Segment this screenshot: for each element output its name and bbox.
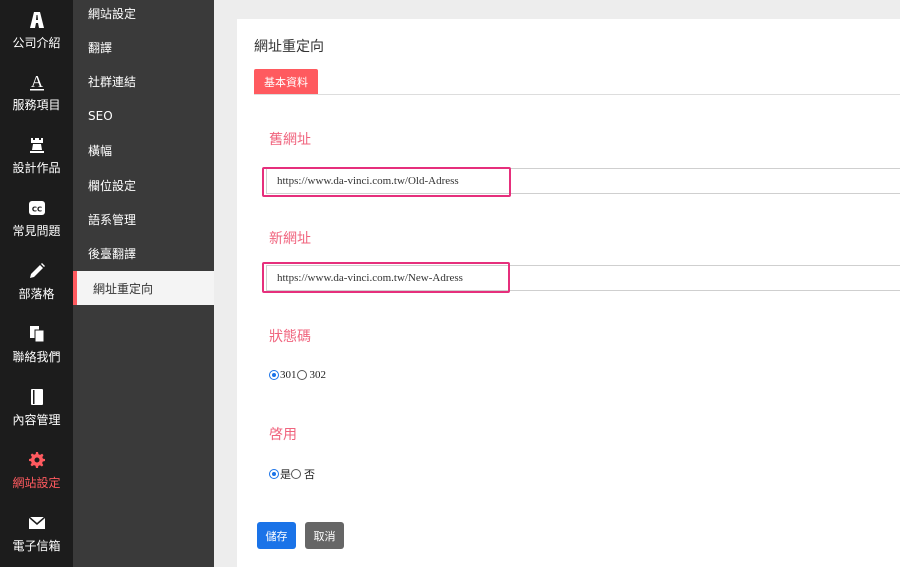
contact-icon <box>27 324 47 344</box>
status-302-label: 302 <box>309 369 327 381</box>
rail-label: 服務項目 <box>12 97 61 112</box>
enabled-label: 啓用 <box>269 427 297 443</box>
cancel-button[interactable]: 取消 <box>305 522 344 549</box>
status-code-options: 301 302 <box>269 369 326 381</box>
rail-item-portfolio[interactable]: 設計作品 <box>0 123 73 186</box>
new-url-label: 新網址 <box>269 231 311 247</box>
enabled-options: 是 否 <box>269 466 315 482</box>
rail-item-blog[interactable]: 部落格 <box>0 249 73 312</box>
faq-icon: CC <box>27 198 47 218</box>
submenu-item-url-redirect[interactable]: 網址重定向 <box>73 271 214 305</box>
submenu-item-banner[interactable]: 橫幅 <box>73 133 214 167</box>
rail-label: 內容管理 <box>12 412 61 427</box>
rail-item-company[interactable]: 公司介紹 <box>0 0 73 60</box>
submenu-item-language[interactable]: 語系管理 <box>73 202 214 236</box>
save-button[interactable]: 儲存 <box>257 522 296 549</box>
status-301-label: 301 <box>280 369 297 381</box>
submenu-item-seo[interactable]: SEO <box>73 99 214 133</box>
service-icon: A <box>27 72 47 92</box>
submenu-item-field-settings[interactable]: 欄位設定 <box>73 168 214 202</box>
enabled-yes-radio[interactable] <box>269 469 279 479</box>
rail-label: 常見問題 <box>12 223 61 238</box>
rail-item-service[interactable]: A 服務項目 <box>0 60 73 123</box>
old-url-label: 舊網址 <box>269 132 311 148</box>
status-code-label: 狀態碼 <box>269 329 311 345</box>
company-icon <box>27 10 47 30</box>
tab-basic-info[interactable]: 基本資料 <box>254 69 318 94</box>
submenu-item-social-links[interactable]: 社群連結 <box>73 64 214 98</box>
rail-label: 聯絡我們 <box>12 349 61 364</box>
rail-label: 公司介紹 <box>12 36 61 50</box>
portfolio-icon <box>27 135 47 155</box>
submenu-item-backend-translation[interactable]: 後臺翻譯 <box>73 236 214 270</box>
blog-pencil-icon <box>27 261 47 281</box>
rail-label: 電子信箱 <box>12 538 61 553</box>
status-301-radio[interactable] <box>269 370 279 380</box>
rail-item-content[interactable]: 內容管理 <box>0 375 73 438</box>
gear-icon <box>27 450 47 470</box>
settings-submenu: 網站設定 翻譯 社群連結 SEO 橫幅 欄位設定 語系管理 後臺翻譯 網址重定向 <box>73 0 214 567</box>
rail-label: 網站設定 <box>12 475 61 490</box>
submenu-item-site-settings[interactable]: 網站設定 <box>73 0 214 30</box>
redirect-form-panel: 網址重定向 基本資料 舊網址 https://www.da-vinci.com.… <box>237 19 900 567</box>
page-title: 網址重定向 <box>254 39 324 55</box>
new-url-input[interactable]: https://www.da-vinci.com.tw/New-Adress <box>266 265 900 291</box>
old-url-input[interactable]: https://www.da-vinci.com.tw/Old-Adress <box>266 168 900 194</box>
submenu-item-translation[interactable]: 翻譯 <box>73 30 214 64</box>
enabled-yes-label: 是 <box>280 469 291 481</box>
rail-label: 設計作品 <box>12 160 61 175</box>
rail-item-site-settings[interactable]: 網站設定 <box>0 438 73 501</box>
envelope-icon <box>27 513 47 533</box>
content-book-icon <box>27 387 47 407</box>
rail-item-faq[interactable]: CC 常見問題 <box>0 186 73 249</box>
rail-label: 部落格 <box>18 286 55 301</box>
enabled-no-radio[interactable] <box>291 469 301 479</box>
status-302-radio[interactable] <box>296 370 307 380</box>
rail-item-email[interactable]: 電子信箱 <box>0 501 73 564</box>
enabled-no-label: 否 <box>304 469 315 481</box>
svg-text:A: A <box>30 73 43 91</box>
rail-item-contact[interactable]: 聯絡我們 <box>0 312 73 375</box>
tab-divider <box>254 94 900 95</box>
svg-text:CC: CC <box>31 205 41 213</box>
icon-rail: 公司介紹 A 服務項目 設計作品 CC 常見問題 部落格 聯絡我們 內容管理 網… <box>0 0 73 567</box>
